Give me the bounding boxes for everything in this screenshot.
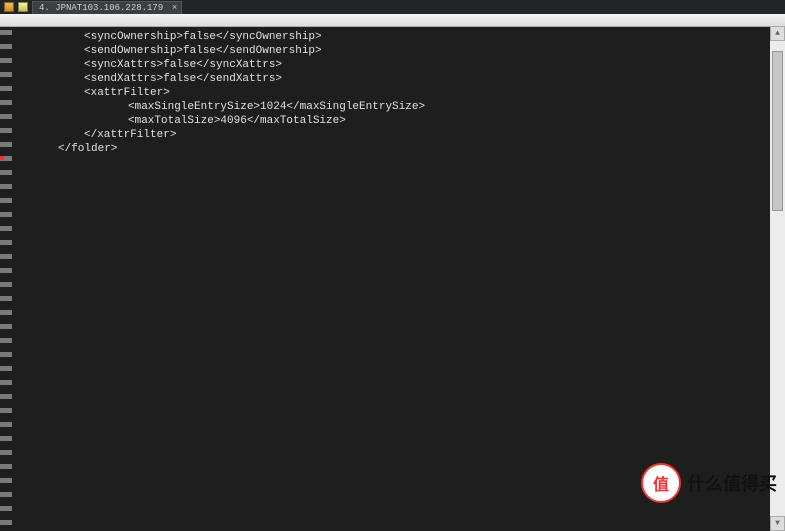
code-line[interactable]: <maxTotalSize>4096</maxTotalSize> <box>18 114 785 128</box>
code-line[interactable]: </xattrFilter> <box>18 128 785 142</box>
scroll-thumb[interactable] <box>772 51 783 211</box>
scroll-track[interactable] <box>770 41 785 516</box>
code-line[interactable]: <xattrFilter> <box>18 86 785 100</box>
scroll-up-button[interactable]: ▲ <box>770 26 785 41</box>
file-icon <box>4 2 14 12</box>
watermark-text: 什么值得买 <box>687 470 777 496</box>
edit-icon <box>18 2 28 12</box>
toolbar <box>0 14 785 27</box>
editor-window: 4. JPNAT103.106.228.179 × <syncOwnership… <box>0 0 785 531</box>
vertical-scrollbar[interactable]: ▲ ▼ <box>770 26 785 531</box>
watermark: 值 什么值得买 <box>641 463 777 503</box>
tab-title: 4. JPNAT103.106.228.179 <box>39 3 163 13</box>
close-icon[interactable]: × <box>172 3 177 13</box>
editor[interactable]: <syncOwnership>false</syncOwnership><sen… <box>0 27 785 531</box>
code-line[interactable]: </folder> <box>18 142 785 156</box>
code-line[interactable]: <syncOwnership>false</syncOwnership> <box>18 30 785 44</box>
scroll-down-button[interactable]: ▼ <box>770 516 785 531</box>
tab-active[interactable]: 4. JPNAT103.106.228.179 × <box>32 1 182 14</box>
title-bar: 4. JPNAT103.106.228.179 × <box>0 0 785 14</box>
watermark-badge: 值 <box>641 463 681 503</box>
code-line[interactable]: <syncXattrs>false</syncXattrs> <box>18 58 785 72</box>
fold-gutter[interactable] <box>0 30 12 531</box>
code-line[interactable]: <sendXattrs>false</sendXattrs> <box>18 72 785 86</box>
code-area[interactable]: <syncOwnership>false</syncOwnership><sen… <box>0 27 785 156</box>
code-line[interactable]: <sendOwnership>false</sendOwnership> <box>18 44 785 58</box>
code-line[interactable]: <maxSingleEntrySize>1024</maxSingleEntry… <box>18 100 785 114</box>
